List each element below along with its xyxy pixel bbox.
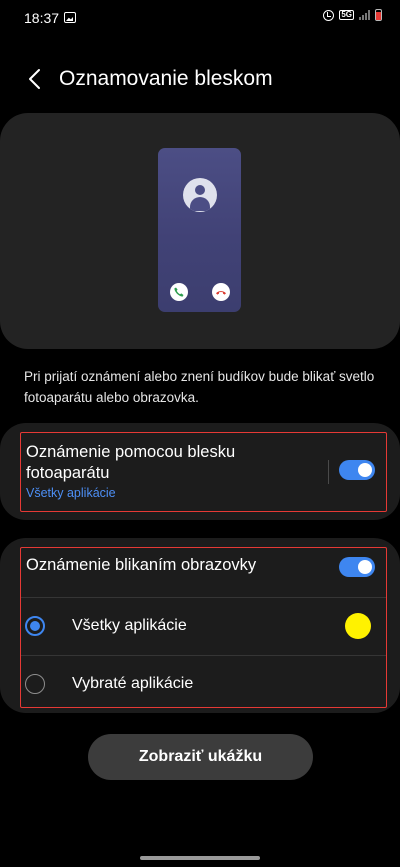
chevron-left-icon[interactable] — [24, 66, 50, 92]
status-icons: 5G — [323, 9, 382, 21]
highlight-box — [20, 432, 387, 512]
accept-call-icon — [170, 283, 188, 301]
feature-description: Pri prijatí oznámení alebo znení budíkov… — [24, 369, 375, 405]
alarm-icon — [323, 9, 335, 21]
status-bar: 18:37 5G — [0, 0, 400, 36]
home-indicator[interactable] — [140, 856, 260, 860]
network-badge: 5G — [339, 10, 354, 20]
gallery-icon — [64, 12, 76, 23]
decline-call-icon — [212, 283, 230, 301]
phone-illustration — [158, 148, 241, 312]
avatar-icon — [183, 178, 217, 212]
preview-card — [0, 113, 400, 349]
highlight-box — [20, 547, 387, 708]
status-time: 18:37 — [24, 10, 60, 26]
show-preview-button[interactable]: Zobraziť ukážku — [88, 734, 313, 780]
signal-icon — [359, 10, 370, 20]
battery-icon — [375, 9, 382, 21]
page-title: Oznamovanie bleskom — [59, 67, 273, 90]
